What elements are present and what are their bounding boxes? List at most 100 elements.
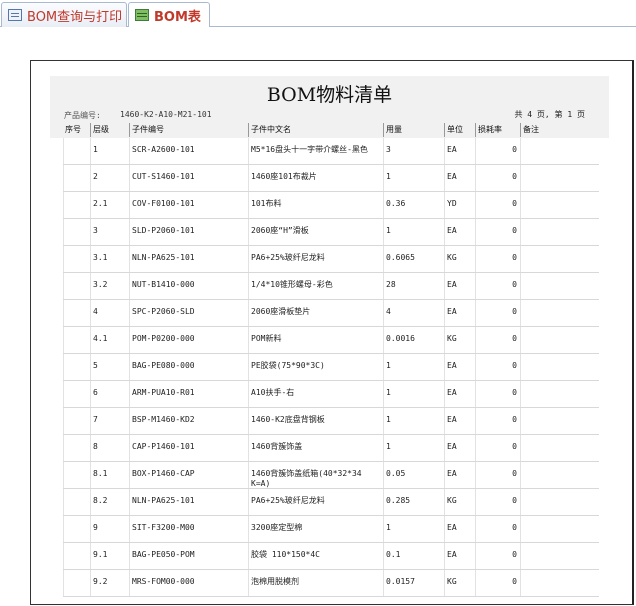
form-icon [8,9,22,21]
cell-loss: 0 [475,246,520,272]
cell-level: 4 [90,300,129,326]
cell-level: 9.2 [90,570,129,596]
cell-seq [63,570,90,596]
table-row: 3.1 NLN-PA625-101 PA6+25%玻纤尼龙料 0.6065 KG 0 [63,246,599,273]
cell-name: 1460座101布裁片 [248,165,383,191]
cell-name: 1460-K2底盘背钢板 [248,408,383,434]
cell-level: 3.1 [90,246,129,272]
cell-level: 8 [90,435,129,461]
cell-seq [63,300,90,326]
table-row: 9.1 BAG-PE050-POM 胶袋 110*150*4C 0.1 EA 0 [63,543,599,570]
cell-name: POM新料 [248,327,383,353]
cell-level: 9 [90,516,129,542]
table-row: 6 ARM-PUA10-R01 A10扶手-右 1 EA 0 [63,381,599,408]
cell-qty: 1 [383,165,444,191]
cell-unit: EA [444,273,475,299]
cell-level: 1 [90,138,129,164]
cell-unit: EA [444,300,475,326]
cell-unit: KG [444,570,475,596]
cell-note [520,138,599,164]
table-row: 8 CAP-P1460-101 1460背簇饰盖 1 EA 0 [63,435,599,462]
cell-loss: 0 [475,354,520,380]
cell-code: SCR-A2600-101 [129,138,248,164]
col-header-seq: 序号 [65,125,81,134]
cell-name: PA6+25%玻纤尼龙料 [248,246,383,272]
cell-level: 5 [90,354,129,380]
cell-note [520,219,599,245]
cell-note [520,435,599,461]
cell-code: NLN-PA625-101 [129,246,248,272]
page-info: 共 4 页, 第 1 页 [514,110,585,119]
cell-qty: 0.1 [383,543,444,569]
cell-qty: 4 [383,300,444,326]
cell-seq [63,165,90,191]
tab-bom-query-print[interactable]: BOM查询与打印 [1,2,127,27]
cell-qty: 0.36 [383,192,444,218]
table-row: 9.2 MRS-FOM00-000 泡棉用脱模剂 0.0157 KG 0 [63,570,599,597]
col-header-code: 子件编号 [129,123,248,137]
cell-unit: EA [444,138,475,164]
cell-seq [63,489,90,515]
cell-qty: 1 [383,435,444,461]
cell-name: 2060座“H”滑板 [248,219,383,245]
product-number-value: 1460-K2-A10-M21-101 [120,110,212,119]
cell-code: CUT-S1460-101 [129,165,248,191]
cell-loss: 0 [475,516,520,542]
cell-code: POM-P0200-000 [129,327,248,353]
table-row: 9 SIT-F3200-M00 3200座定型棉 1 EA 0 [63,516,599,543]
cell-unit: EA [444,219,475,245]
tab-bom-table[interactable]: BOM表 [128,2,210,28]
table-row: 2.1 COV-F0100-101 101布料 0.36 YD 0 [63,192,599,219]
cell-unit: EA [444,543,475,569]
cell-code: BSP-M1460-KD2 [129,408,248,434]
cell-qty: 0.0157 [383,570,444,596]
cell-loss: 0 [475,462,520,488]
document-tab-strip: BOM查询与打印 BOM表 [0,0,636,28]
cell-seq [63,354,90,380]
bom-report: BOM物料清单 产品编号: 1460-K2-A10-M21-101 共 4 页,… [50,76,609,606]
cell-note [520,165,599,191]
cell-unit: EA [444,516,475,542]
cell-code: BAG-PE050-POM [129,543,248,569]
cell-qty: 1 [383,408,444,434]
cell-name: PE胶袋(75*90*3C) [248,354,383,380]
col-header-qty: 用量 [383,123,444,137]
cell-qty: 0.0016 [383,327,444,353]
cell-unit: EA [444,354,475,380]
cell-note [520,570,599,596]
column-headers: 序号 层级 子件编号 子件中文名 用量 单位 损耗率 备注 [63,123,599,137]
table-row: 8.2 NLN-PA625-101 PA6+25%玻纤尼龙料 0.285 KG 0 [63,489,599,516]
tab-label: BOM查询与打印 [27,9,123,25]
cell-name: 3200座定型棉 [248,516,383,542]
cell-loss: 0 [475,408,520,434]
cell-note [520,327,599,353]
cell-code: SIT-F3200-M00 [129,516,248,542]
cell-loss: 0 [475,273,520,299]
cell-level: 3 [90,219,129,245]
cell-level: 3.2 [90,273,129,299]
cell-qty: 0.05 [383,462,444,488]
cell-qty: 1 [383,381,444,407]
cell-level: 4.1 [90,327,129,353]
cell-seq [63,219,90,245]
cell-code: NUT-B1410-000 [129,273,248,299]
cell-unit: EA [444,165,475,191]
cell-seq [63,543,90,569]
cell-loss: 0 [475,381,520,407]
cell-note [520,489,599,515]
cell-loss: 0 [475,192,520,218]
cell-qty: 0.6065 [383,246,444,272]
cell-loss: 0 [475,165,520,191]
col-header-name: 子件中文名 [248,123,383,137]
product-number-label: 产品编号: [64,111,101,120]
cell-code: BAG-PE080-000 [129,354,248,380]
cell-note [520,462,599,488]
cell-note [520,408,599,434]
print-preview-workspace[interactable]: BOM物料清单 产品编号: 1460-K2-A10-M21-101 共 4 页,… [0,27,636,605]
cell-code: SPC-P2060-SLD [129,300,248,326]
cell-unit: EA [444,435,475,461]
cell-name: PA6+25%玻纤尼龙料 [248,489,383,515]
cell-name: A10扶手-右 [248,381,383,407]
cell-unit: YD [444,192,475,218]
cell-note [520,246,599,272]
